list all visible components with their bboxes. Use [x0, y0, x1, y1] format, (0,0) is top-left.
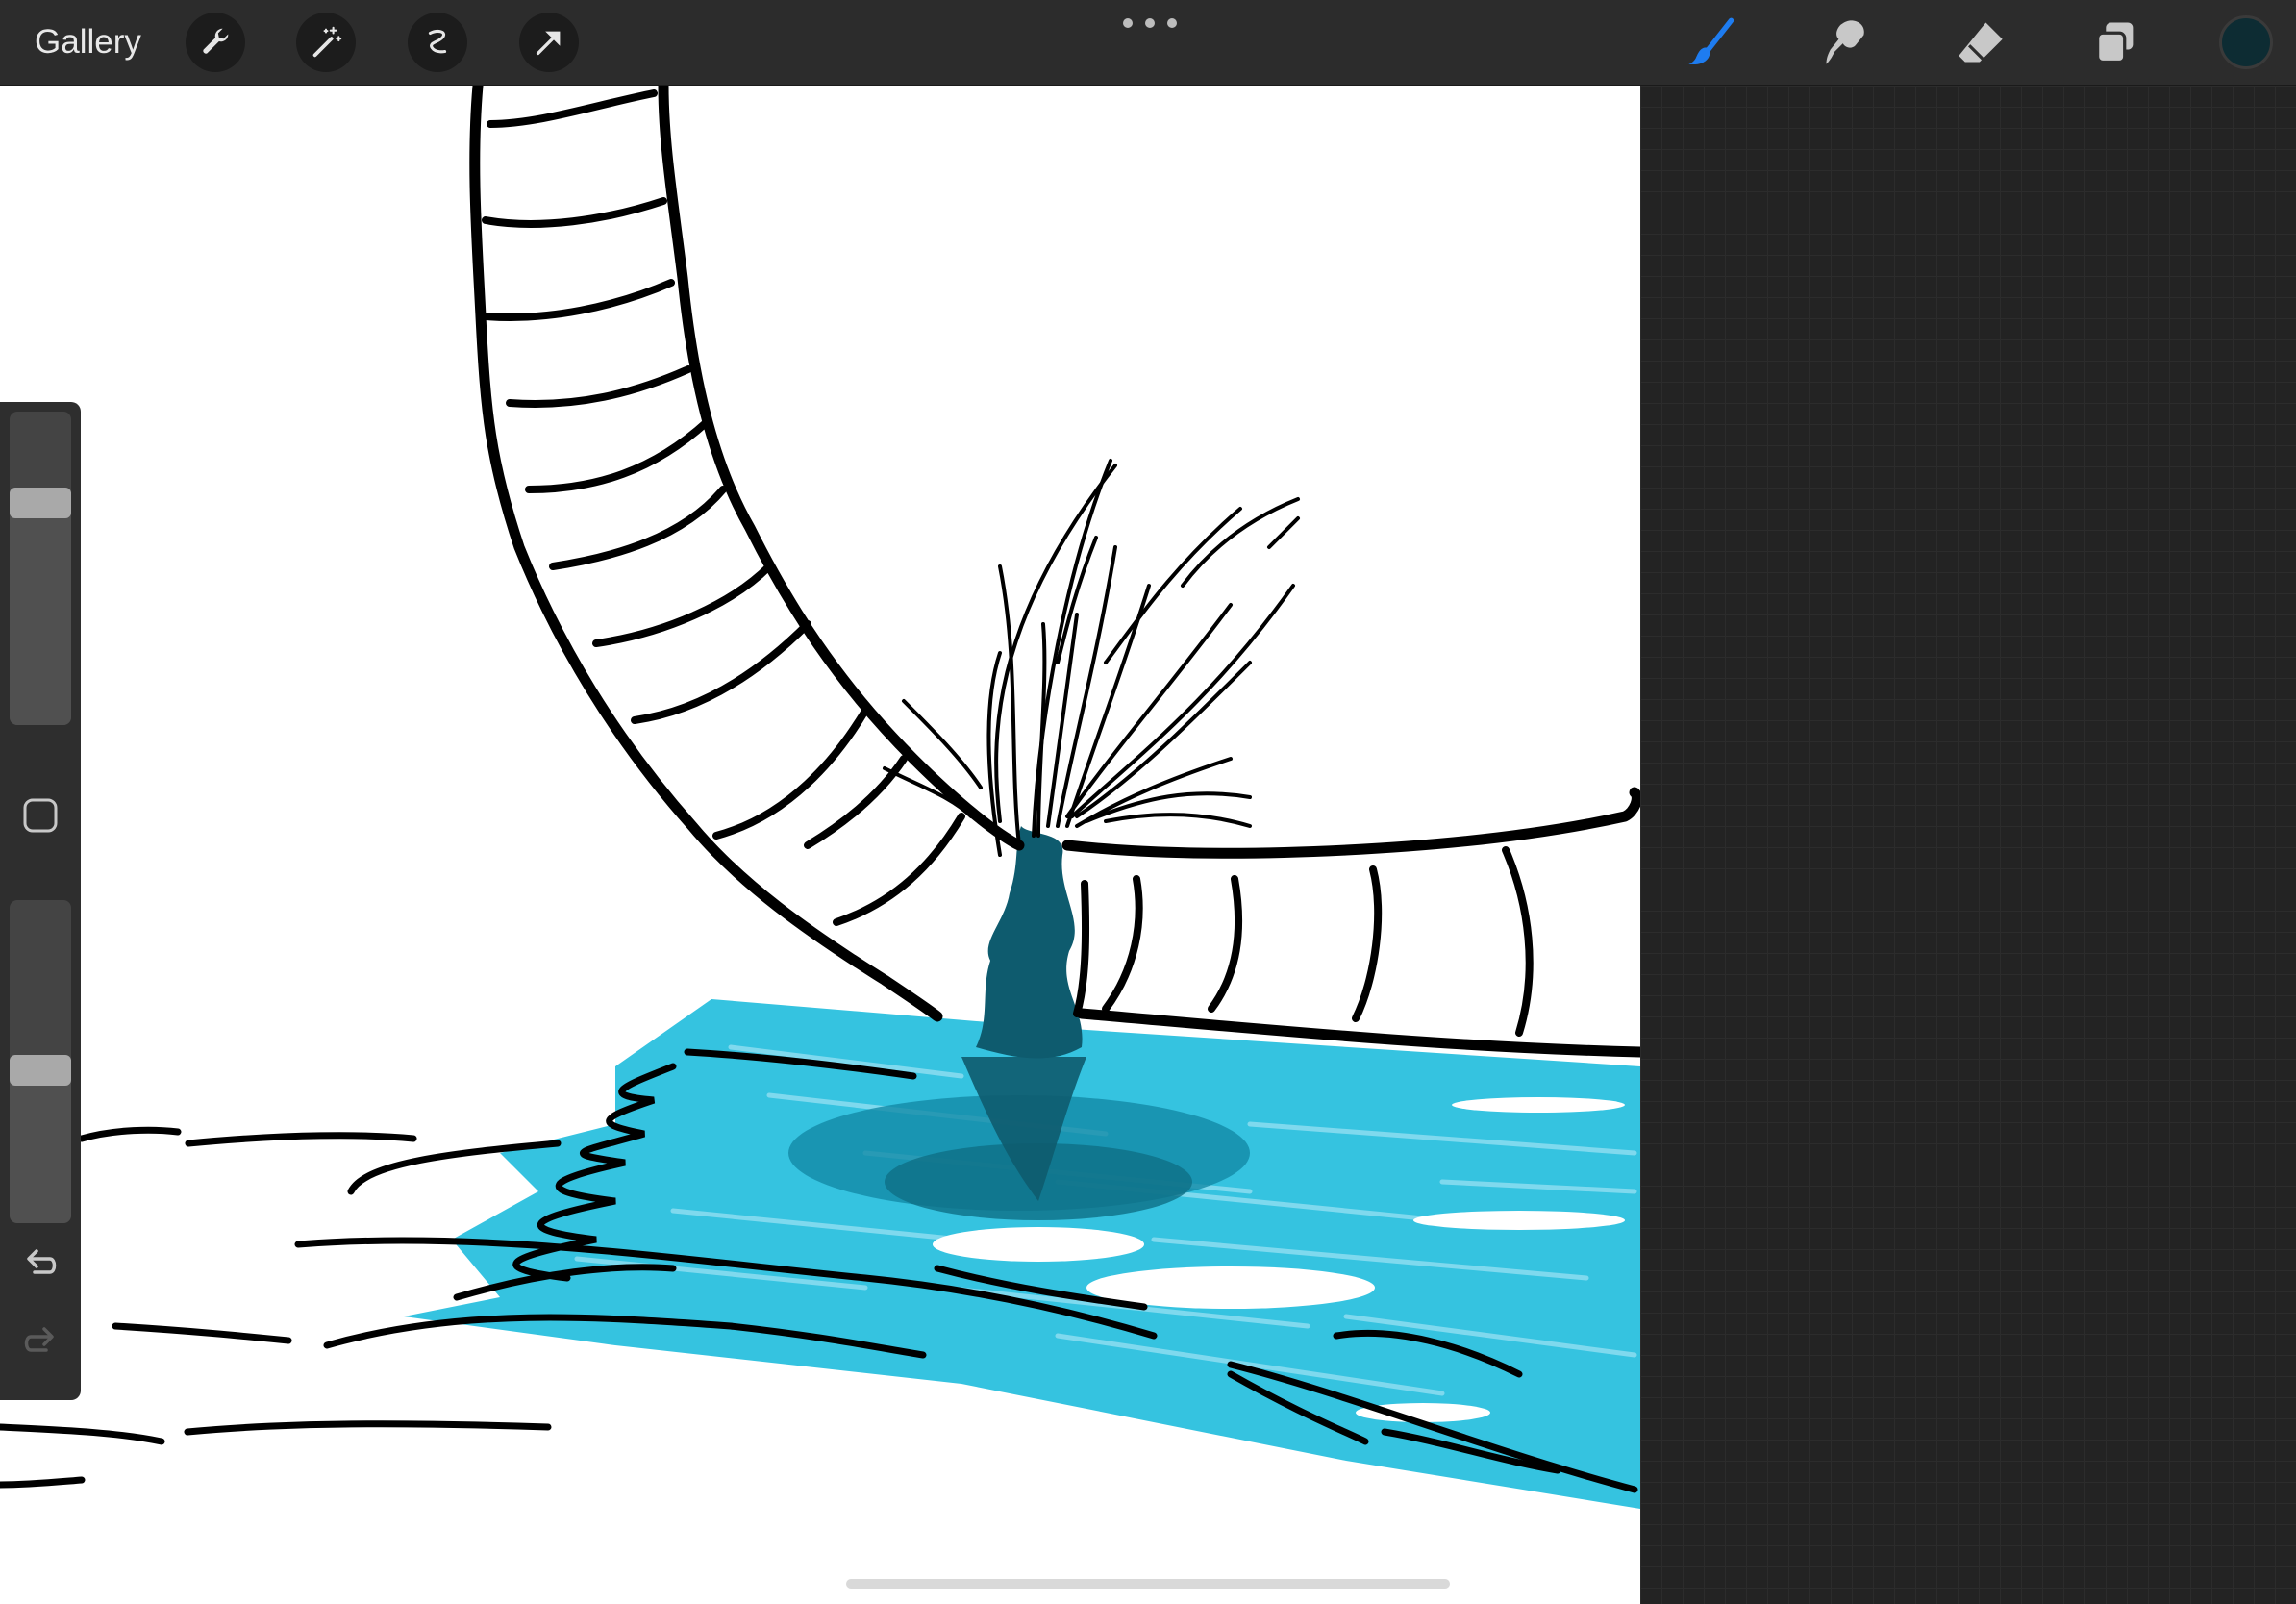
square-icon [23, 798, 58, 833]
brush-size-slider[interactable] [10, 412, 71, 725]
layers-button[interactable] [2084, 12, 2146, 73]
smudge-icon [1826, 20, 1864, 64]
adjustments-button[interactable] [296, 13, 356, 72]
undo-icon [27, 1249, 57, 1274]
undo-button[interactable] [21, 1245, 60, 1284]
actions-button[interactable] [186, 13, 245, 72]
brush-size-thumb[interactable] [10, 488, 71, 519]
brush-opacity-thumb[interactable] [10, 1055, 71, 1087]
brush-icon [1688, 17, 1734, 65]
water-stream [976, 826, 1083, 1059]
home-indicator [846, 1579, 1450, 1589]
top-toolbar: Gallery [0, 0, 2296, 86]
transform-button[interactable] [519, 13, 579, 72]
artwork-drawing [0, 86, 1640, 1509]
redo-button[interactable] [21, 1323, 60, 1362]
layers-icon [2096, 22, 2134, 64]
workspace-grid [1640, 86, 2296, 1604]
brush-size-level [10, 503, 71, 725]
gallery-button[interactable]: Gallery [35, 21, 141, 63]
wrench-icon [203, 28, 229, 54]
pipe-rings [482, 89, 1534, 1037]
drawing-canvas[interactable] [0, 86, 1640, 1604]
dot-icon [1145, 18, 1155, 28]
more-options-button[interactable] [1123, 12, 1177, 35]
brush-button[interactable] [1681, 12, 1742, 73]
color-picker-button[interactable] [2219, 15, 2273, 69]
dot-icon [1167, 18, 1177, 28]
brush-opacity-slider[interactable] [10, 900, 71, 1223]
selection-button[interactable] [408, 13, 467, 72]
selection-icon [428, 30, 447, 54]
dot-icon [1123, 18, 1133, 28]
brush-opacity-level [10, 1070, 71, 1223]
eraser-icon [1959, 22, 2003, 63]
brush-sidebar [0, 402, 81, 1400]
modify-button[interactable] [21, 796, 60, 835]
redo-icon [24, 1327, 54, 1352]
transform-arrow-icon [536, 31, 561, 56]
magic-wand-icon [312, 26, 342, 58]
smudge-button[interactable] [1815, 12, 1877, 73]
eraser-button[interactable] [1950, 12, 2011, 73]
